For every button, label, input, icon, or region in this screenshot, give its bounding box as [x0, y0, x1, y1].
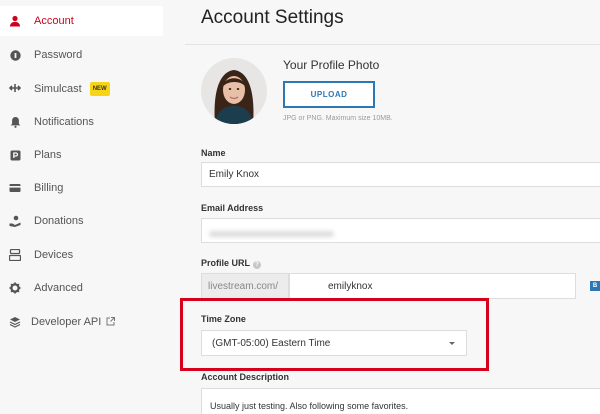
new-badge: NEW [89, 82, 110, 96]
highlight-box [180, 298, 489, 371]
sidebar-item-label: Plans [34, 149, 62, 161]
sidebar-item-advanced[interactable]: Advanced [0, 273, 163, 303]
edge-badge[interactable]: B [590, 281, 600, 291]
credit-card-icon [8, 181, 22, 195]
donations-icon [8, 214, 22, 228]
description-label: Account Description [201, 372, 290, 382]
profile-url-input[interactable]: emilyknox [289, 273, 576, 299]
sidebar-item-devices[interactable]: Devices [0, 240, 163, 270]
sidebar-item-developer-api[interactable]: Developer API [0, 307, 163, 337]
sidebar-item-donations[interactable]: Donations [0, 206, 163, 236]
sidebar-item-label: Notifications [34, 116, 94, 128]
email-blurred-value [209, 231, 334, 237]
upload-button[interactable]: UPLOAD [283, 81, 375, 108]
lock-icon [8, 48, 22, 62]
help-icon[interactable]: ? [253, 261, 262, 269]
profile-photo-title: Your Profile Photo [283, 58, 380, 72]
developer-api-label: Developer API [31, 316, 102, 328]
sidebar-item-simulcast[interactable]: Simulcast NEW [0, 73, 163, 103]
simulcast-label: Simulcast [34, 83, 82, 95]
plans-icon [8, 148, 22, 162]
sidebar-item-account[interactable]: Account [0, 6, 163, 36]
gear-icon [8, 281, 22, 295]
sidebar-item-label: Donations [34, 215, 84, 227]
layers-icon [8, 315, 22, 329]
sidebar-item-label: Simulcast NEW [34, 82, 110, 96]
name-input[interactable]: Emily Knox [201, 162, 600, 187]
external-link-icon [106, 317, 116, 329]
sidebar-item-label: Password [34, 49, 83, 61]
profile-url-prefix: livestream.com/ [201, 273, 289, 299]
profile-url-label-text: Profile URL [201, 258, 251, 268]
description-textarea[interactable]: Usually just testing. Also following som… [201, 388, 600, 414]
profile-url-label: Profile URL? [201, 258, 262, 269]
upload-hint: JPG or PNG. Maximum size 10MB. [283, 115, 393, 122]
sidebar-item-notifications[interactable]: Notifications [0, 107, 163, 137]
sidebar-item-label: Advanced [34, 282, 83, 294]
sidebar-item-label: Developer API [31, 316, 116, 329]
sidebar: Account Password Simulcast NEW Notificati… [0, 0, 163, 414]
name-label: Name [201, 148, 226, 158]
sidebar-item-billing[interactable]: Billing [0, 173, 163, 203]
user-icon [8, 14, 22, 28]
sidebar-item-password[interactable]: Password [0, 40, 163, 70]
bell-icon [8, 115, 22, 129]
devices-icon [8, 248, 22, 262]
sidebar-item-label: Account [34, 15, 74, 27]
page-title: Account Settings [201, 7, 344, 28]
avatar [201, 58, 267, 124]
sidebar-item-label: Devices [34, 249, 74, 261]
sidebar-item-plans[interactable]: Plans [0, 140, 163, 170]
simulcast-icon [8, 81, 22, 95]
email-label: Email Address [201, 203, 264, 213]
sidebar-item-label: Billing [34, 182, 64, 194]
